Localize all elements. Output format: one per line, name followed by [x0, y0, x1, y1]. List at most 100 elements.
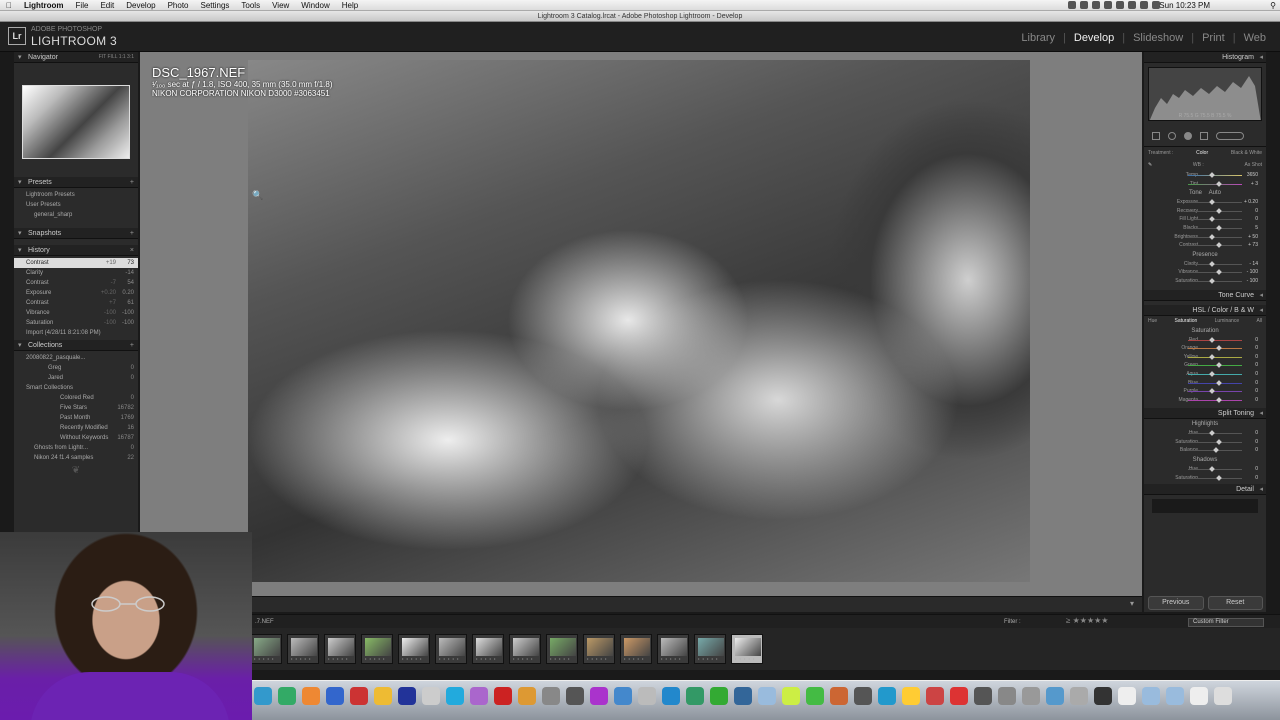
- history-item[interactable]: Exposure +0.20 0.20: [14, 288, 138, 298]
- slider-knob[interactable]: [1209, 216, 1215, 223]
- slider-track[interactable]: [1188, 433, 1242, 435]
- filmstrip-thumbnail[interactable]: • • • • •: [472, 634, 504, 664]
- slider-knob[interactable]: [1209, 278, 1215, 284]
- custom-filter-select[interactable]: Custom Filter: [1188, 618, 1264, 627]
- dock-app-icon[interactable]: [590, 687, 608, 705]
- filmstrip-thumbnail[interactable]: • • • • •: [731, 634, 763, 664]
- slider-value[interactable]: 0: [1255, 379, 1258, 388]
- slider-value[interactable]: 0: [1255, 438, 1258, 447]
- reset-button[interactable]: Reset: [1207, 596, 1263, 610]
- star-filter[interactable]: ≥ ★★★★★: [1066, 616, 1108, 625]
- collection-item[interactable]: Colored Red 0: [14, 393, 138, 403]
- main-photo[interactable]: [248, 60, 1030, 582]
- hsl-tab-saturation[interactable]: Saturation: [1175, 316, 1198, 326]
- slider-knob[interactable]: [1209, 260, 1215, 267]
- apple-icon[interactable]: : [0, 1, 18, 10]
- slider-knob[interactable]: [1216, 225, 1222, 231]
- menu-develop[interactable]: Develop: [120, 1, 161, 10]
- module-develop[interactable]: Develop: [1070, 32, 1118, 44]
- dock-app-icon[interactable]: [278, 687, 296, 705]
- slider-knob[interactable]: [1216, 362, 1222, 369]
- dock-app-icon[interactable]: [734, 687, 752, 705]
- toolbar-menu-icon[interactable]: ▾: [1130, 599, 1134, 608]
- dock-app-icon[interactable]: [470, 687, 488, 705]
- slider-track[interactable]: [1188, 272, 1242, 274]
- slider-value[interactable]: 0: [1255, 207, 1258, 216]
- histogram-chart[interactable]: R 75.5 G 75.5 B 75.5 %: [1148, 67, 1262, 121]
- spot-removal-icon[interactable]: [1168, 131, 1176, 140]
- history-item[interactable]: Contrast +7 61: [14, 298, 138, 308]
- history-item[interactable]: Clarity -14: [14, 268, 138, 278]
- slider-track[interactable]: [1188, 263, 1242, 265]
- slider-knob[interactable]: [1209, 430, 1215, 437]
- slider-track[interactable]: [1188, 245, 1242, 247]
- dock-app-icon[interactable]: [710, 687, 728, 705]
- menu-window[interactable]: Window: [295, 1, 335, 10]
- collections-header[interactable]: Collections+: [14, 340, 138, 351]
- dock-app-icon[interactable]: [998, 687, 1016, 705]
- dock-app-icon[interactable]: [1046, 687, 1064, 705]
- dock-app-icon[interactable]: [878, 687, 896, 705]
- dock-app-icon[interactable]: [758, 687, 776, 705]
- module-slideshow[interactable]: Slideshow: [1129, 32, 1187, 44]
- slider-track[interactable]: [1188, 202, 1242, 204]
- status-icons[interactable]: [1068, 0, 1160, 9]
- slider-value[interactable]: 0: [1255, 465, 1258, 474]
- dock-app-icon[interactable]: [950, 687, 968, 705]
- module-web[interactable]: Web: [1240, 32, 1270, 44]
- filmstrip-thumbnail[interactable]: • • • • •: [398, 634, 430, 664]
- slider-value[interactable]: 0: [1255, 387, 1258, 396]
- collection-item[interactable]: 20080822_pasquale...: [14, 353, 138, 363]
- slider-track[interactable]: [1188, 227, 1242, 229]
- slider-knob[interactable]: [1209, 371, 1215, 377]
- dock-app-icon[interactable]: [350, 687, 368, 705]
- wb-value[interactable]: As Shot: [1244, 159, 1262, 171]
- dock-app-icon[interactable]: [446, 687, 464, 705]
- adjustment-brush-icon[interactable]: [1216, 131, 1244, 140]
- slider-track[interactable]: [1188, 365, 1242, 367]
- dock-app-icon[interactable]: [326, 687, 344, 705]
- slider-track[interactable]: [1188, 469, 1242, 471]
- filmstrip-thumbnail[interactable]: • • • • •: [657, 634, 689, 664]
- split-toning-header[interactable]: Split Toning: [1144, 408, 1266, 420]
- slider-value[interactable]: 0: [1255, 474, 1258, 483]
- dock-app-icon[interactable]: [398, 687, 416, 705]
- dock-app-icon[interactable]: [542, 687, 560, 705]
- dock-app-icon[interactable]: [1190, 687, 1208, 705]
- collection-item[interactable]: Ghosts from Lightr... 0: [14, 443, 138, 453]
- collection-item[interactable]: Smart Collections: [14, 383, 138, 393]
- slider-value[interactable]: 0: [1255, 361, 1258, 370]
- treatment-color[interactable]: Color: [1196, 147, 1208, 159]
- hsl-tab-all[interactable]: All: [1256, 316, 1262, 326]
- slider-knob[interactable]: [1209, 233, 1215, 240]
- menu-help[interactable]: Help: [336, 1, 364, 10]
- slider-value[interactable]: 0: [1255, 396, 1258, 405]
- previous-button[interactable]: Previous: [1148, 596, 1204, 610]
- slider-knob[interactable]: [1216, 345, 1222, 351]
- slider-knob[interactable]: [1209, 466, 1215, 472]
- slider-value[interactable]: + 0.20: [1244, 198, 1258, 207]
- add-collection-icon[interactable]: +: [130, 340, 134, 351]
- dock-app-icon[interactable]: [1022, 687, 1040, 705]
- slider-value[interactable]: - 100: [1247, 277, 1258, 286]
- add-preset-icon[interactable]: +: [130, 177, 134, 188]
- dock-app-icon[interactable]: [422, 687, 440, 705]
- slider-value[interactable]: - 100: [1247, 268, 1258, 277]
- snapshots-header[interactable]: Snapshots+: [14, 228, 138, 239]
- collection-item[interactable]: Without Keywords 16787: [14, 433, 138, 443]
- filmstrip-thumbnail[interactable]: • • • • •: [435, 634, 467, 664]
- navigator-preview[interactable]: [14, 63, 138, 177]
- slider-knob[interactable]: [1216, 269, 1222, 276]
- menu-app[interactable]: Lightroom: [18, 1, 70, 10]
- slider-value[interactable]: 3650: [1247, 171, 1258, 180]
- dock-app-icon[interactable]: [1166, 687, 1184, 705]
- dock-app-icon[interactable]: [254, 687, 272, 705]
- slider-track[interactable]: [1188, 175, 1242, 176]
- navigator-zoom-options[interactable]: FIT FILL 1:1 3:1: [99, 52, 134, 63]
- dock-app-icon[interactable]: [1094, 687, 1112, 705]
- dock-app-icon[interactable]: [1070, 687, 1088, 705]
- slider-value[interactable]: 0: [1255, 336, 1258, 345]
- slider-track[interactable]: [1188, 391, 1242, 393]
- menu-clock[interactable]: Sun 10:23 PM: [1159, 1, 1210, 10]
- dock-app-icon[interactable]: [662, 687, 680, 705]
